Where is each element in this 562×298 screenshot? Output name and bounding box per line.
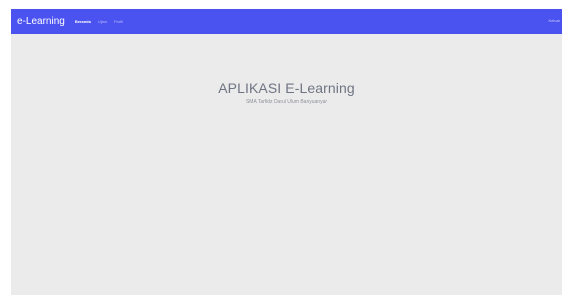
page-subtitle: SMA Tarfidz Darul Ulum Banyuanyar <box>245 99 328 105</box>
page-title: APLIKASI E-Learning <box>218 80 355 96</box>
nav-link-beranda[interactable]: Beranda <box>75 19 91 24</box>
hero-section: APLIKASI E-Learning SMA Tarfidz Darul Ul… <box>11 80 562 105</box>
brand-link[interactable]: e-Learning <box>17 16 65 27</box>
nav-link-ujian[interactable]: Ujian <box>98 19 107 24</box>
logout-link[interactable]: Keluar <box>548 18 560 23</box>
nav-link-profil[interactable]: Profil <box>114 19 123 24</box>
top-navbar: e-Learning Beranda Ujian Profil Keluar <box>11 9 562 34</box>
nav-links: Beranda Ujian Profil <box>75 19 123 24</box>
app-viewport: e-Learning Beranda Ujian Profil Keluar A… <box>11 9 562 295</box>
